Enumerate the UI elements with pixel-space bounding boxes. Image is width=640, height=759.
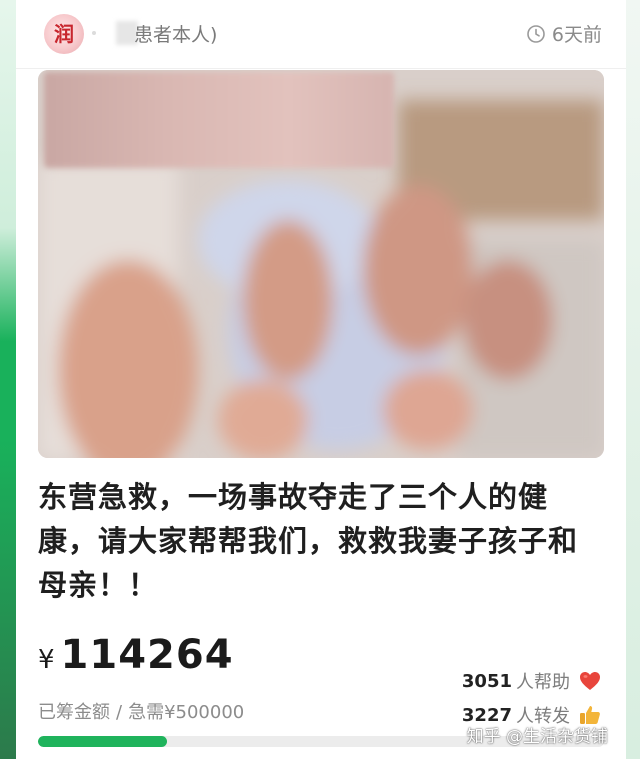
helpers-label: 人帮助 (516, 672, 570, 693)
time-text: 6天前 (551, 24, 602, 46)
amount-value: 114264 (60, 632, 234, 678)
post-time: 6天前 (526, 20, 602, 47)
avatar[interactable]: 润 (44, 14, 84, 54)
helpers-stat: 3051 人帮助 (462, 664, 602, 698)
redacted-banner (44, 72, 394, 168)
progress-fill (38, 736, 168, 747)
raised-separator: / (116, 702, 123, 723)
helpers-count: 3051 (461, 670, 512, 692)
fundraiser-card[interactable]: 润 患者本人) 6天前 东营急救，一场事故夺走了三个人的健康，请大家帮帮我们，救… (16, 0, 626, 759)
fundraiser-title[interactable]: 东营急救，一场事故夺走了三个人的健康，请大家帮帮我们，救救我妻子孩子和母亲！！ (38, 475, 604, 607)
right-edge-strip (626, 0, 640, 759)
currency-symbol: ¥ (38, 645, 55, 675)
watermark-text: 知乎 @生活杂货铺 (466, 727, 608, 747)
heart-icon (580, 672, 600, 690)
author-role-text: 患者本人) (134, 24, 218, 46)
separator-dot (92, 31, 96, 35)
left-edge-strip (0, 0, 16, 759)
avatar-logo: 润 (54, 22, 74, 46)
raised-label: 已筹金额 (38, 702, 110, 723)
header-divider (16, 68, 626, 69)
raised-amount: ¥ 114264 (38, 632, 234, 678)
clock-icon (527, 24, 545, 43)
raised-info: 已筹金额 / 急需¥500000 (38, 698, 244, 724)
goal-text: 急需¥500000 (128, 702, 245, 723)
patient-photo[interactable] (38, 70, 604, 458)
